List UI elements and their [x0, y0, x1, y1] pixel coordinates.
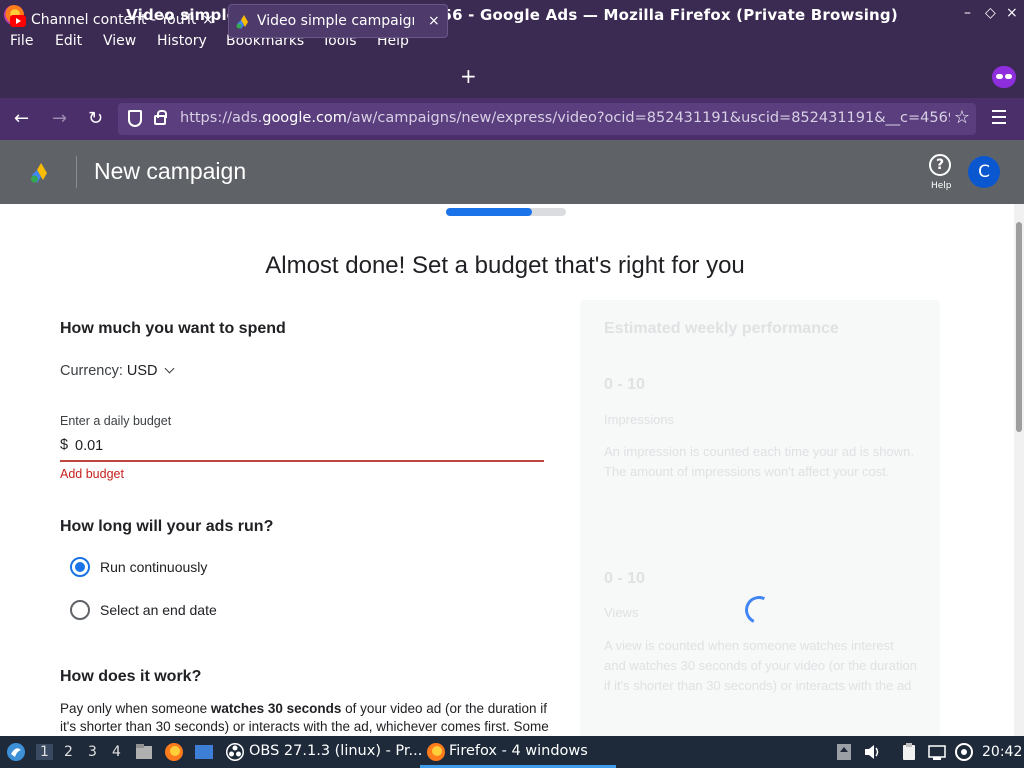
clock: 20:42	[982, 744, 1023, 760]
daily-budget-input[interactable]	[75, 435, 535, 457]
maximize-button[interactable]: ◇	[985, 5, 996, 21]
new-tab-button[interactable]: +	[460, 64, 477, 88]
scrollbar-thumb[interactable]	[1016, 222, 1022, 432]
budget-error-text: Add budget	[60, 467, 124, 481]
tab-label: Video simple campaign - Google Ads	[257, 13, 414, 29]
performance-card: Estimated weekly performance 0 - 10 Impr…	[580, 300, 940, 736]
reload-button[interactable]: ↻	[88, 108, 103, 129]
impressions-range: 0 - 10	[604, 376, 645, 393]
how-section-title: How does it work?	[60, 668, 202, 685]
navigation-bar: ← → ↻ https://ads.google.com/aw/campaign…	[0, 98, 1024, 140]
page-scrollbar[interactable]	[1014, 204, 1024, 736]
how-description: Pay only when someone watches 30 seconds…	[60, 701, 549, 734]
spend-section-title: How much you want to spend	[60, 320, 286, 337]
lock-icon[interactable]	[154, 110, 167, 125]
tab-label: Channel content - YouTube	[31, 12, 196, 28]
bookmark-star-icon[interactable]: ☆	[954, 107, 970, 128]
page-title: New campaign	[94, 158, 247, 184]
workspace-4[interactable]: 4	[112, 744, 121, 760]
tray-upload-icon[interactable]	[834, 742, 854, 762]
radio-label-select-end-date[interactable]: Select an end date	[100, 602, 217, 618]
system-taskbar: 1 2 3 4 OBS 27.1.3 (linux) - Pr... Firef…	[0, 736, 1024, 768]
budget-label: Enter a daily budget	[60, 414, 172, 428]
help-icon[interactable]: ?	[929, 154, 951, 176]
private-browsing-icon	[992, 66, 1016, 88]
firefox-taskbar-icon	[427, 743, 445, 761]
views-label: Views	[604, 605, 639, 620]
forward-button[interactable]: →	[52, 108, 67, 129]
workspace-3[interactable]: 3	[88, 744, 97, 760]
radio-run-continuously[interactable]	[70, 557, 90, 577]
radio-select-end-date[interactable]	[70, 600, 90, 620]
chevron-down-icon	[164, 363, 174, 374]
help-label[interactable]: Help	[931, 181, 952, 191]
chrome-icon[interactable]	[954, 742, 974, 762]
close-window-button[interactable]: ×	[1006, 5, 1018, 21]
currency-symbol: $	[60, 437, 69, 453]
budget-heading: Almost done! Set a budget that's right f…	[265, 252, 745, 279]
close-tab-icon[interactable]: ×	[428, 13, 440, 29]
impressions-description: An impression is counted each time your …	[604, 444, 914, 479]
file-manager-icon[interactable]	[134, 742, 154, 762]
tracking-protection-icon[interactable]	[128, 110, 142, 127]
views-range: 0 - 10	[604, 570, 645, 587]
workspace-2[interactable]: 2	[64, 744, 73, 760]
google-ads-logo-icon[interactable]	[30, 162, 52, 184]
main-content: Almost done! Set a budget that's right f…	[0, 204, 1024, 736]
volume-icon[interactable]	[862, 742, 882, 762]
duration-section-title: How long will your ads run?	[60, 518, 274, 535]
tab-youtube[interactable]: Channel content - YouTube ×	[0, 4, 222, 38]
firefox-launcher-icon[interactable]	[164, 742, 184, 762]
workspace-1[interactable]: 1	[36, 744, 53, 760]
minimize-button[interactable]: –	[964, 5, 971, 21]
budget-input-underline	[60, 460, 544, 462]
tab-video-campaign[interactable]: Video simple campaign - Google Ads ×	[228, 4, 448, 38]
taskbar-firefox[interactable]: Firefox - 4 windows	[449, 743, 588, 759]
clipboard-icon[interactable]	[899, 742, 919, 762]
progress-bar	[446, 208, 566, 216]
avatar[interactable]: C	[968, 156, 1000, 188]
youtube-icon	[10, 15, 26, 27]
taskbar-obs[interactable]: OBS 27.1.3 (linux) - Pr...	[249, 743, 422, 759]
progress-fill	[446, 208, 533, 216]
url-text[interactable]: https://ads.google.com/aw/campaigns/new/…	[180, 110, 950, 126]
start-menu-icon[interactable]	[6, 742, 26, 762]
google-ads-icon	[236, 15, 248, 29]
obs-icon	[226, 743, 244, 761]
tab-bar	[0, 56, 1024, 98]
url-bar[interactable]: https://ads.google.com/aw/campaigns/new/…	[118, 103, 976, 135]
impressions-label: Impressions	[604, 412, 675, 427]
app-menu-icon[interactable]	[992, 110, 1006, 128]
close-tab-icon[interactable]: ×	[202, 12, 214, 28]
radio-label-run-continuously[interactable]: Run continuously	[100, 559, 207, 575]
desktop-icon[interactable]	[194, 742, 214, 762]
performance-title: Estimated weekly performance	[604, 320, 839, 337]
currency-selector[interactable]: Currency: USD	[60, 363, 174, 379]
header-divider	[76, 156, 77, 188]
network-icon[interactable]	[927, 742, 947, 762]
back-button[interactable]: ←	[14, 108, 29, 129]
views-description: A view is counted when someone watches i…	[604, 638, 917, 693]
